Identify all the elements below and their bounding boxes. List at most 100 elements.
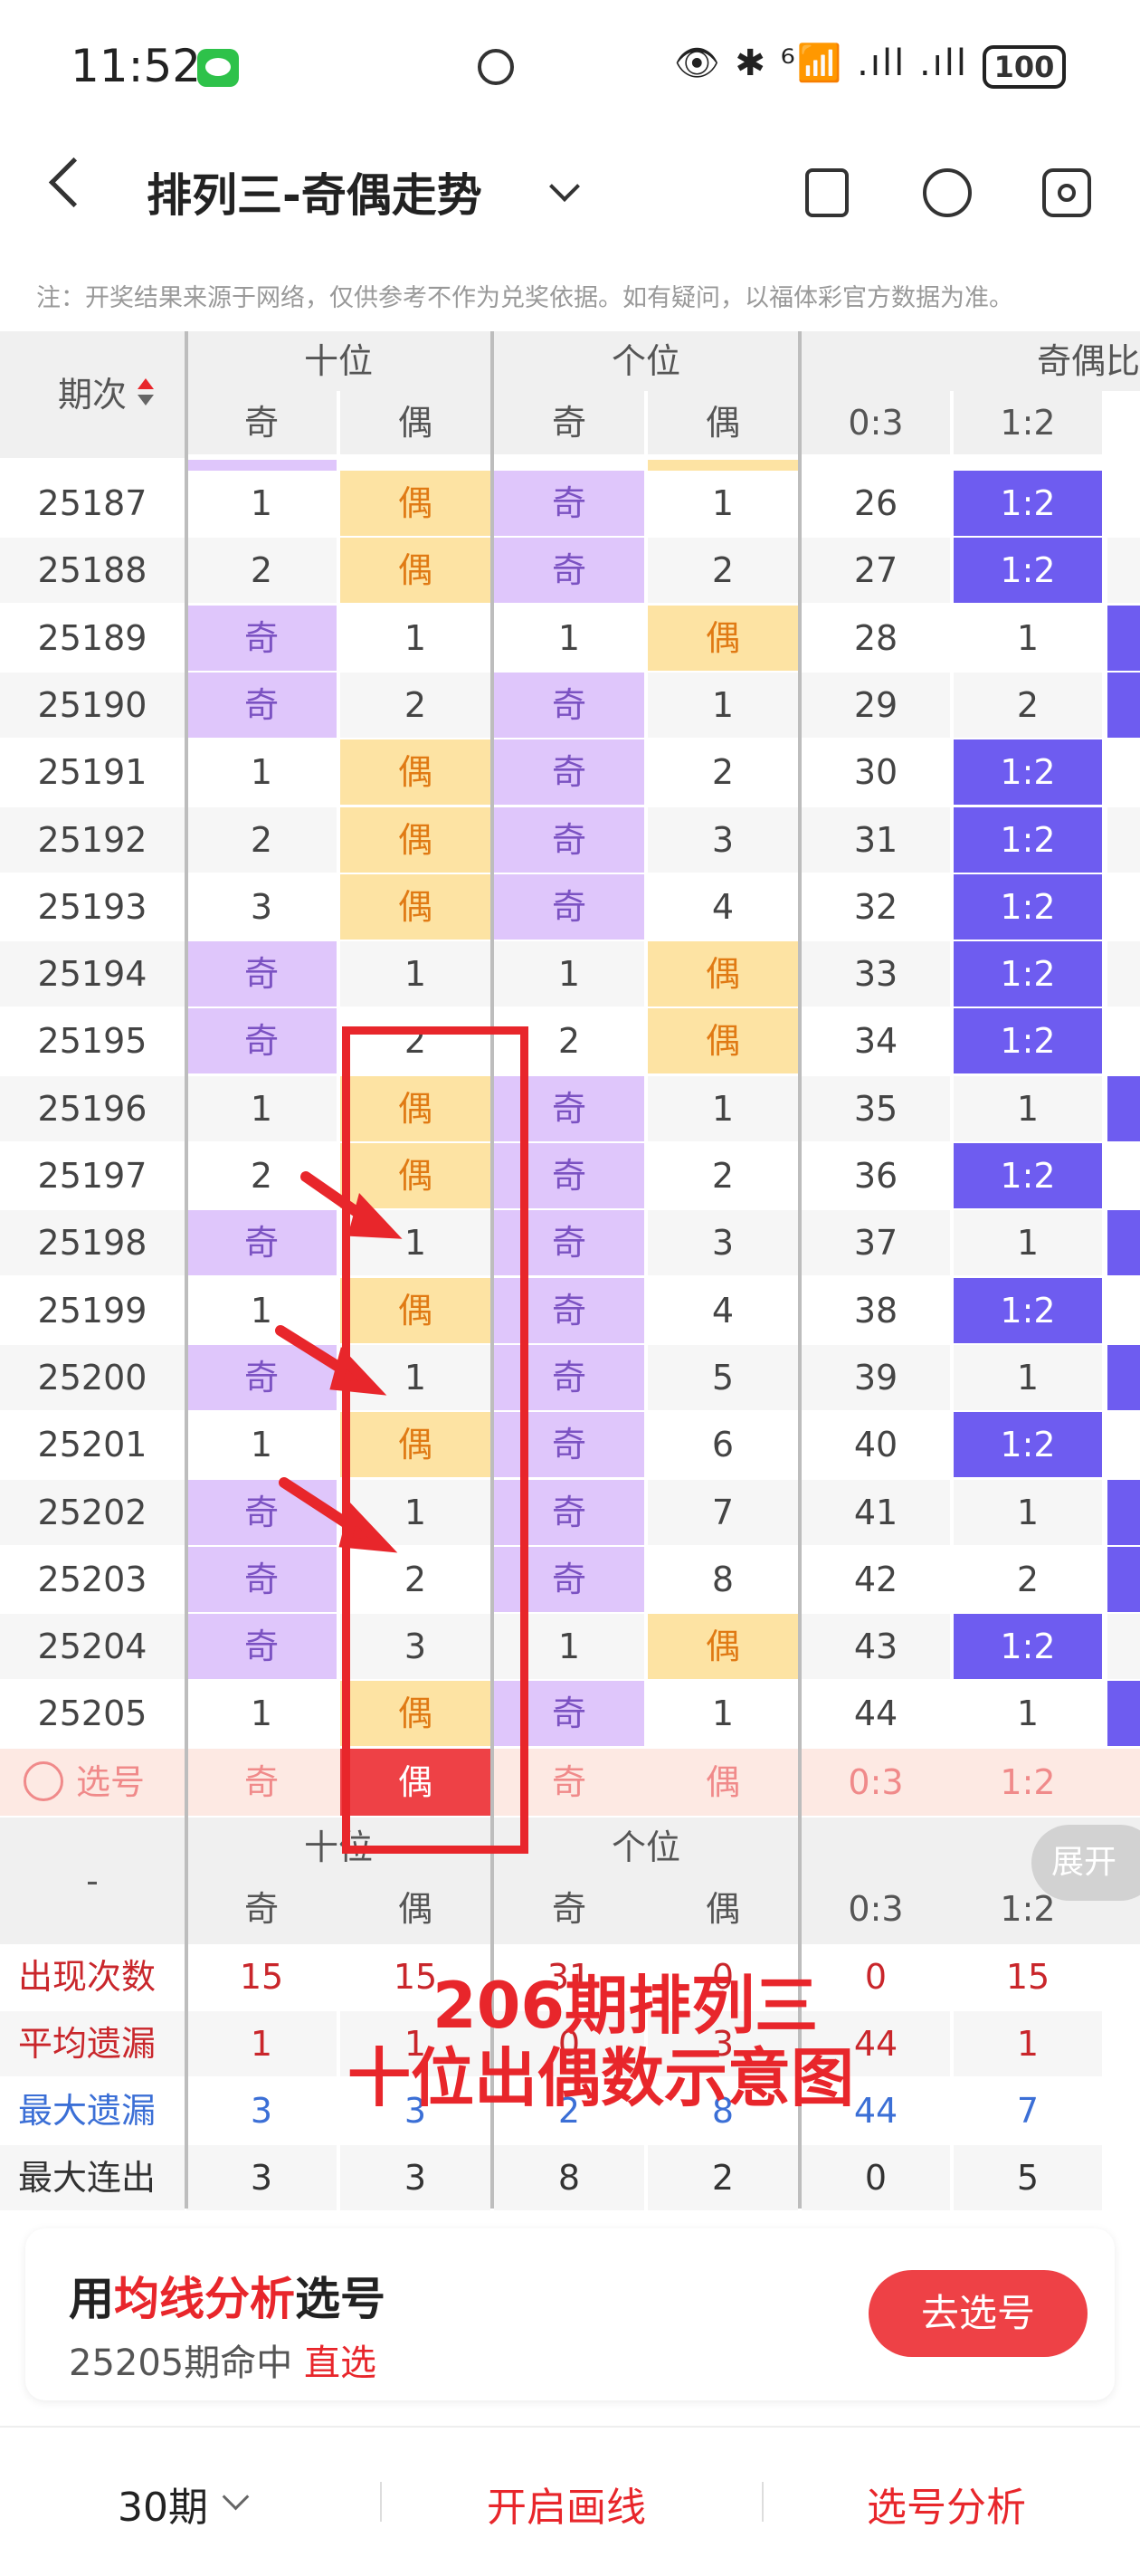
ratio-12-cell: 1:2 [954, 1008, 1102, 1073]
tens-odd-cell: 2 [186, 807, 337, 873]
period-cell: 25198 [0, 1210, 185, 1275]
stat-value: 2 [648, 2145, 798, 2210]
period-cell: 25199 [0, 1278, 185, 1343]
units-odd-cell: 1 [494, 606, 644, 671]
expand-button[interactable]: 展开 [1031, 1825, 1140, 1901]
share-icon[interactable] [923, 168, 972, 217]
card-sub-text: 25205期命中 [69, 2342, 293, 2384]
ratio-next-cell [1107, 1412, 1140, 1477]
select-circle-icon[interactable] [24, 1761, 63, 1801]
sub-header: 0:3 [802, 1877, 950, 1941]
tens-even-cell: 偶 [340, 739, 490, 805]
select-option[interactable]: 偶 [648, 1749, 798, 1816]
stat-value: 3 [186, 2078, 337, 2143]
ratio-12-cell: 1:2 [954, 739, 1102, 805]
column-divider [798, 331, 802, 2209]
tens-even-cell: 偶 [340, 874, 490, 940]
ratio-03-cell: 36 [802, 1143, 950, 1208]
page-title[interactable]: 排列三-奇偶走势 [147, 159, 482, 224]
sort-icon[interactable] [138, 378, 154, 389]
ratio-03-cell: 30 [802, 739, 950, 805]
stat-value: 3 [186, 2145, 337, 2210]
period-cell: 25193 [0, 874, 185, 940]
stat-value: 15 [954, 1944, 1102, 2009]
units-even-cell: 7 [648, 1480, 798, 1545]
stat-value: 8 [494, 2145, 644, 2210]
units-odd-cell: 奇 [494, 471, 644, 536]
card-subtitle: 25205期命中 直选 [69, 2333, 376, 2386]
tens-even-cell: 偶 [340, 807, 490, 873]
partial-row [648, 460, 798, 471]
ratio-12-cell: 1:2 [954, 874, 1102, 940]
units-even-cell: 1 [648, 471, 798, 536]
status-bar: 11:52 👁 ✱ ⁶📶 .ıll .ıll 100 [0, 0, 1140, 136]
card-title-highlight: 均线分析 [114, 2273, 295, 2325]
units-even-cell: 1 [648, 1076, 798, 1141]
tens-even-cell: 2 [340, 673, 490, 738]
ratio-next-cell [1107, 941, 1140, 1007]
ratio-03-cell: 42 [802, 1547, 950, 1612]
tens-odd-cell: 奇 [186, 941, 337, 1007]
period-cell: 25203 [0, 1547, 185, 1612]
chevron-down-icon[interactable] [549, 171, 580, 202]
tens-odd-cell: 奇 [186, 1614, 337, 1679]
ratio-12-cell: 1:2 [954, 471, 1102, 536]
ratio-03-cell: 31 [802, 807, 950, 873]
ratio-03-cell: 43 [802, 1614, 950, 1679]
units-even-cell: 4 [648, 874, 798, 940]
ratio-12-cell: 1:2 [954, 807, 1102, 873]
stat-value: 1 [954, 2011, 1102, 2076]
select-option[interactable]: 奇 [186, 1749, 337, 1816]
stat-value: 1 [186, 2011, 337, 2076]
battery-icon: 100 [983, 45, 1066, 89]
column-period-header[interactable]: 期次 [0, 331, 185, 458]
settings-icon[interactable] [1042, 168, 1091, 217]
stat-value: 5 [954, 2145, 1102, 2210]
ratio-03-cell: 32 [802, 874, 950, 940]
back-icon[interactable] [48, 157, 100, 208]
period-select[interactable]: 30期 [118, 2475, 208, 2533]
ratio-12-cell: 1 [954, 606, 1102, 671]
notification-icon [478, 49, 514, 85]
stat-label: 最大遗漏 [0, 2078, 185, 2143]
sub-header: 0:3 [802, 391, 950, 454]
ratio-03-cell: 27 [802, 538, 950, 603]
ratio-12-cell: 1:2 [954, 1614, 1102, 1679]
tens-odd-cell: 1 [186, 1076, 337, 1141]
period-cell: 25200 [0, 1345, 185, 1410]
period-cell: 25197 [0, 1143, 185, 1208]
sub-header: 奇 [494, 391, 644, 454]
go-select-button[interactable]: 去选号 [869, 2270, 1088, 2357]
card-title-post: 选号 [295, 2273, 385, 2325]
ratio-03-cell: 33 [802, 941, 950, 1007]
stat-label: 出现次数 [0, 1944, 185, 2009]
ratio-next-cell [1107, 1278, 1140, 1343]
ratio-03-cell: 28 [802, 606, 950, 671]
ratio-12-cell: 1:2 [954, 1412, 1102, 1477]
group-header: 个位 [494, 1818, 798, 1877]
select-option[interactable]: 1:2 [954, 1749, 1102, 1816]
select-analysis-button[interactable]: 选号分析 [867, 2475, 1026, 2533]
tens-odd-cell: 3 [186, 874, 337, 940]
ratio-03-cell: 37 [802, 1210, 950, 1275]
select-option[interactable]: 0:3 [802, 1749, 950, 1816]
ratio-12-cell: 2 [954, 673, 1102, 738]
period-cell: 25196 [0, 1076, 185, 1141]
ratio-next-cell [1107, 1210, 1140, 1275]
sub-header: 偶 [340, 391, 490, 454]
chevron-down-icon[interactable] [222, 2483, 250, 2511]
sub-header: 奇 [186, 1877, 337, 1941]
device-icon[interactable] [805, 168, 849, 217]
units-odd-cell: 奇 [494, 874, 644, 940]
ratio-next-cell [1107, 807, 1140, 873]
units-even-cell: 6 [648, 1412, 798, 1477]
units-even-cell: 偶 [648, 1008, 798, 1073]
select-row-label[interactable]: 选号 [76, 1749, 185, 1816]
ratio-03-cell: 44 [802, 1681, 950, 1746]
ratio-03-cell: 34 [802, 1008, 950, 1073]
draw-line-button[interactable]: 开启画线 [487, 2475, 646, 2533]
ratio-next-cell [1107, 673, 1140, 738]
ratio-03-cell: 29 [802, 673, 950, 738]
sort-icon[interactable] [138, 395, 154, 405]
divider [762, 2482, 764, 2522]
